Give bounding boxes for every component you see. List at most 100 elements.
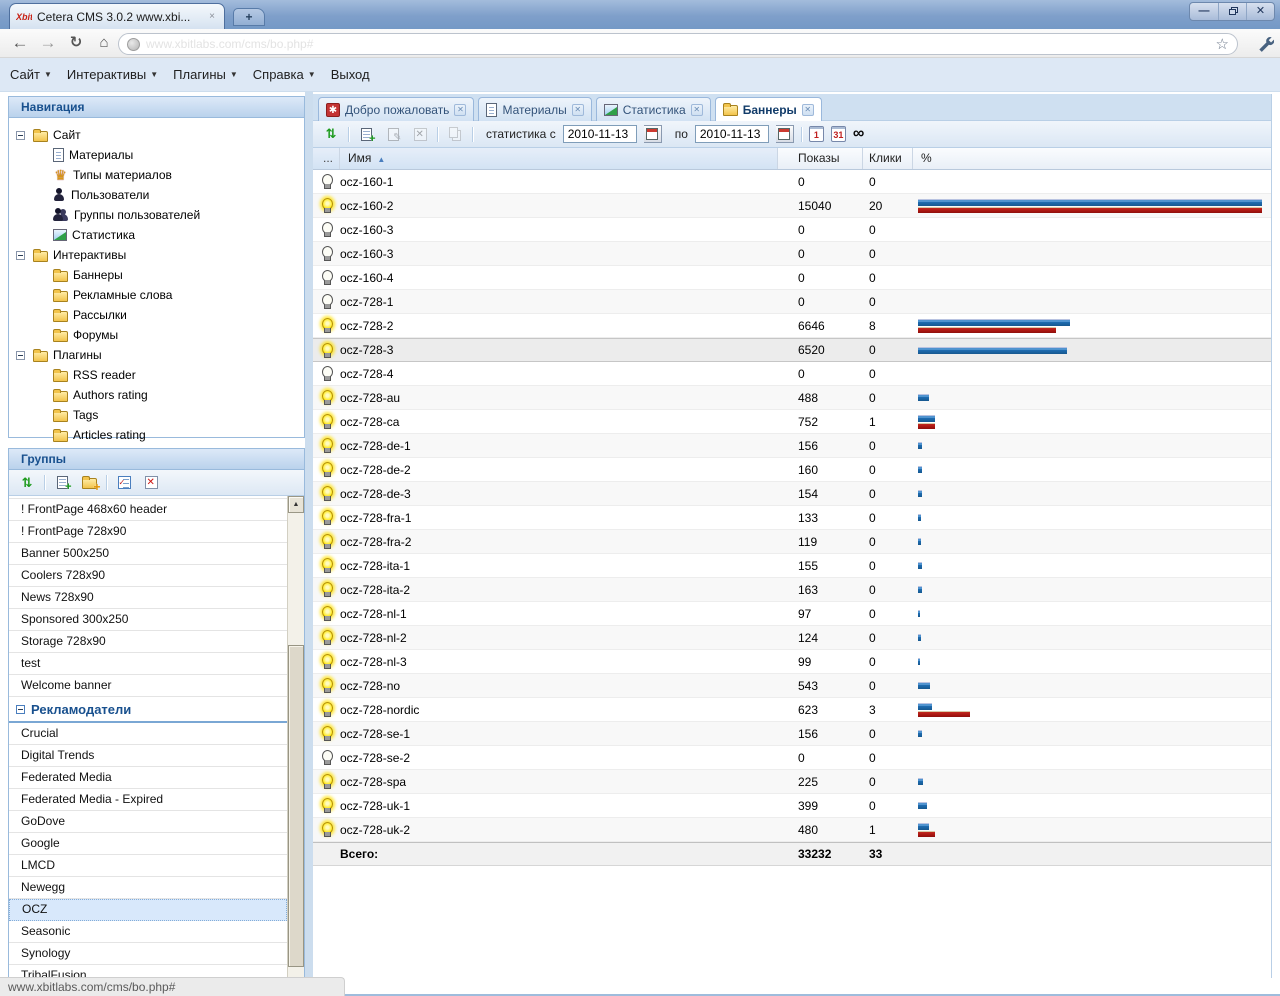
scrollbar-up-arrow[interactable]: ▲	[288, 496, 304, 513]
forward-button[interactable]: →	[36, 31, 60, 55]
settings-wrench-icon[interactable]	[1257, 35, 1274, 52]
table-row[interactable]: ocz-728-ita-21630	[313, 578, 1271, 602]
table-row[interactable]: ocz-728-266468	[313, 314, 1271, 338]
scrollbar-thumb[interactable]	[288, 645, 304, 967]
table-row[interactable]: ocz-728-uk-13990	[313, 794, 1271, 818]
column-header-name[interactable]: Имя▲	[340, 148, 778, 169]
tab-close-icon[interactable]: ✕	[691, 104, 703, 116]
table-row[interactable]: ocz-728-fra-21190	[313, 530, 1271, 554]
tree-item-форумы[interactable]: Форумы	[9, 325, 304, 345]
new-tab-button[interactable]: +	[233, 8, 265, 26]
list-item-sponsored-300x250[interactable]: Sponsored 300x250	[9, 609, 287, 631]
tab-close-icon[interactable]: ×	[206, 11, 218, 23]
list-item-frontpage-468x60-header[interactable]: ! FrontPage 468x60 header	[9, 499, 287, 521]
tree-item-рассылки[interactable]: Рассылки	[9, 305, 304, 325]
bulb-off-icon[interactable]	[320, 246, 333, 261]
collapse-expander-icon[interactable]	[16, 705, 25, 714]
bulb-off-icon[interactable]	[320, 270, 333, 285]
collapse-expander-icon[interactable]	[16, 131, 25, 140]
list-item-synology[interactable]: Synology	[9, 943, 287, 965]
bulb-off-icon[interactable]	[320, 222, 333, 237]
table-row[interactable]: ocz-160-400	[313, 266, 1271, 290]
column-header-clicks[interactable]: Клики	[863, 148, 913, 169]
refresh-button[interactable]: ⇅	[17, 473, 37, 492]
close-button[interactable]: ✕	[1246, 3, 1274, 20]
tree-item-интерактивы[interactable]: Интерактивы	[9, 245, 304, 265]
list-item-frontpage-728x90[interactable]: ! FrontPage 728x90	[9, 521, 287, 543]
list-item-newegg[interactable]: Newegg	[9, 877, 287, 899]
groups-scrollbar[interactable]: ▲	[287, 496, 304, 977]
list-item-godove[interactable]: GoDove	[9, 811, 287, 833]
tree-item-типы-материалов[interactable]: Типы материалов	[9, 165, 304, 185]
table-row[interactable]: ocz-728-400	[313, 362, 1271, 386]
tree-item-rss-reader[interactable]: RSS reader	[9, 365, 304, 385]
table-row[interactable]: ocz-728-nl-1970	[313, 602, 1271, 626]
refresh-button[interactable]: ⇅	[321, 125, 341, 144]
list-item-news-728x90[interactable]: News 728x90	[9, 587, 287, 609]
table-row[interactable]: ocz-728-spa2250	[313, 770, 1271, 794]
table-row[interactable]: ocz-728-se-200	[313, 746, 1271, 770]
list-item-coolers-728x90[interactable]: Coolers 728x90	[9, 565, 287, 587]
list-item-digital-trends[interactable]: Digital Trends	[9, 745, 287, 767]
table-row[interactable]: ocz-728-ca7521	[313, 410, 1271, 434]
table-row[interactable]: ocz-160-21504020	[313, 194, 1271, 218]
collapse-expander-icon[interactable]	[16, 351, 25, 360]
bulb-on-icon[interactable]	[320, 822, 333, 837]
column-header-icon[interactable]: ...	[313, 148, 340, 169]
table-row[interactable]: ocz-728-fra-11330	[313, 506, 1271, 530]
bulb-on-icon[interactable]	[320, 774, 333, 789]
table-row[interactable]: ocz-728-ita-11550	[313, 554, 1271, 578]
bulb-on-icon[interactable]	[320, 654, 333, 669]
browser-tab[interactable]: Xbit Cetera CMS 3.0.2 www.xbi... ×	[9, 3, 225, 29]
list-item-lmcd[interactable]: LMCD	[9, 855, 287, 877]
bulb-on-icon[interactable]	[320, 462, 333, 477]
date-from-input[interactable]	[563, 125, 637, 143]
collapse-expander-icon[interactable]	[16, 251, 25, 260]
tree-item-группы-пользователей[interactable]: Группы пользователей	[9, 205, 304, 225]
bulb-on-icon[interactable]	[320, 343, 333, 358]
column-header-percent[interactable]: %	[913, 148, 1271, 169]
table-row[interactable]: ocz-160-100	[313, 170, 1271, 194]
period-day-button[interactable]: 1	[809, 126, 824, 142]
tree-item-статистика[interactable]: Статистика	[9, 225, 304, 245]
list-item-seasonic[interactable]: Seasonic	[9, 921, 287, 943]
add-group-button[interactable]	[79, 473, 99, 492]
bulb-off-icon[interactable]	[320, 366, 333, 381]
table-row[interactable]: ocz-160-300	[313, 242, 1271, 266]
list-item-banner-500x250[interactable]: Banner 500x250	[9, 543, 287, 565]
bulb-on-icon[interactable]	[320, 558, 333, 573]
tab-статистика[interactable]: Статистика✕	[596, 97, 711, 121]
bulb-off-icon[interactable]	[320, 174, 333, 189]
tree-item-tags[interactable]: Tags	[9, 405, 304, 425]
menu-item-выход[interactable]: Выход	[331, 67, 370, 82]
tree-item-материалы[interactable]: Материалы	[9, 145, 304, 165]
column-header-shows[interactable]: Показы	[778, 148, 863, 169]
minimize-button[interactable]: —	[1190, 3, 1218, 20]
table-row[interactable]: ocz-728-au4880	[313, 386, 1271, 410]
tab-добро-пожаловать[interactable]: Добро пожаловать✕	[318, 97, 474, 121]
tree-item-рекламные-слова[interactable]: Рекламные слова	[9, 285, 304, 305]
table-row[interactable]: ocz-728-no5430	[313, 674, 1271, 698]
table-row[interactable]: ocz-728-se-11560	[313, 722, 1271, 746]
bulb-on-icon[interactable]	[320, 486, 333, 501]
home-button[interactable]: ⌂	[92, 31, 116, 55]
list-item-storage-728x90[interactable]: Storage 728x90	[9, 631, 287, 653]
bulb-off-icon[interactable]	[320, 750, 333, 765]
check-list-button[interactable]	[114, 473, 134, 492]
bulb-on-icon[interactable]	[320, 510, 333, 525]
table-row[interactable]: ocz-728-365200	[313, 338, 1271, 362]
date-to-input[interactable]	[695, 125, 769, 143]
list-item-google[interactable]: Google	[9, 833, 287, 855]
table-row[interactable]: ocz-728-de-21600	[313, 458, 1271, 482]
bulb-on-icon[interactable]	[320, 582, 333, 597]
tree-item-плагины[interactable]: Плагины	[9, 345, 304, 365]
list-item-ocz[interactable]: OCZ	[9, 899, 287, 921]
period-month-button[interactable]: 31	[831, 126, 846, 142]
add-item-button[interactable]	[356, 125, 376, 144]
bulb-on-icon[interactable]	[320, 414, 333, 429]
tab-close-icon[interactable]: ✕	[572, 104, 584, 116]
period-all-time-button[interactable]: ∞	[853, 126, 864, 142]
advertisers-section-header[interactable]: Рекламодатели	[9, 697, 287, 723]
bulb-on-icon[interactable]	[320, 678, 333, 693]
bulb-off-icon[interactable]	[320, 294, 333, 309]
